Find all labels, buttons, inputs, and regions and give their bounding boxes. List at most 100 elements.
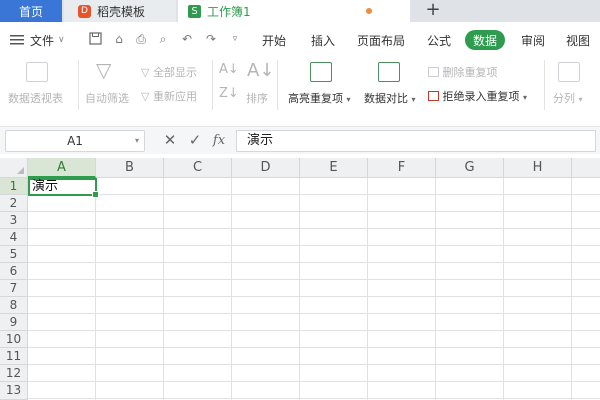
- cell-area[interactable]: [28, 178, 600, 400]
- name-box-value: A1: [67, 134, 83, 148]
- row-header-4[interactable]: 4: [0, 229, 28, 246]
- data-compare-icon: [378, 62, 400, 82]
- show-all-button[interactable]: ▽ 全部显示: [141, 64, 197, 80]
- column-header-g[interactable]: G: [436, 158, 504, 178]
- highlight-duplicates-button[interactable]: 高亮重复项 ▾: [288, 90, 351, 106]
- data-ribbon: 数据透视表 ▽ 自动筛选 ▽ 全部显示 ▽ 重新应用 A↓ Z↓ A↓ 排序 高…: [0, 54, 600, 116]
- new-tab-button[interactable]: +: [422, 0, 444, 22]
- dropdown-arrow-icon: ▾: [411, 95, 416, 104]
- document-tab-bar: 首页 D 稻壳模板 S 工作簿1 +: [0, 0, 600, 22]
- dropdown-arrow-icon: ▾: [523, 93, 528, 102]
- print-preview-icon[interactable]: ⌕: [156, 32, 170, 46]
- column-header-c[interactable]: C: [164, 158, 232, 178]
- spreadsheet-icon: S: [188, 4, 201, 18]
- ribbon-divider: [212, 60, 213, 110]
- format-painter-icon[interactable]: ⌂: [112, 32, 126, 46]
- tab-home[interactable]: 首页: [0, 0, 62, 22]
- cancel-edit-icon[interactable]: ✕: [162, 131, 178, 149]
- row-header-1[interactable]: 1: [0, 178, 28, 195]
- confirm-edit-icon[interactable]: ✓: [187, 131, 203, 149]
- sort-button[interactable]: 排序: [246, 90, 268, 106]
- formula-bar: A1 ▾ ✕ ✓ fx 演示: [0, 126, 600, 154]
- ribbon-divider: [78, 60, 79, 110]
- customize-toolbar-icon[interactable]: ▿: [228, 32, 242, 46]
- data-compare-button[interactable]: 数据对比 ▾: [364, 90, 416, 106]
- row-header-13[interactable]: 13: [0, 382, 28, 400]
- reject-duplicates-label: 拒绝录入重复项: [442, 90, 520, 103]
- menu-bar: 文件 ∨ ⌂ ⎙ ⌕ ↶ ↷ ▿ 开始 插入 页面布局 公式 数据 审阅 视图: [0, 28, 600, 52]
- dropdown-arrow-icon: ▾: [346, 95, 351, 104]
- cell-a1[interactable]: 演示: [28, 178, 99, 198]
- delete-duplicates-icon: [428, 67, 439, 77]
- delete-duplicates-button[interactable]: 删除重复项: [428, 64, 498, 80]
- reapply-funnel-icon: ▽: [141, 90, 150, 103]
- menu-item-review[interactable]: 审阅: [521, 28, 545, 52]
- menu-item-start[interactable]: 开始: [262, 28, 286, 52]
- split-columns-button[interactable]: 分列 ▾: [553, 90, 583, 106]
- reapply-button[interactable]: ▽ 重新应用: [141, 88, 197, 104]
- file-menu-label: 文件: [30, 33, 55, 48]
- split-columns-icon: [558, 62, 580, 82]
- split-columns-label: 分列: [553, 92, 575, 105]
- column-header-d[interactable]: D: [232, 158, 300, 178]
- row-header-9[interactable]: 9: [0, 314, 28, 331]
- chevron-down-icon: ▾: [134, 136, 139, 145]
- menu-item-insert[interactable]: 插入: [311, 28, 335, 52]
- row-header-5[interactable]: 5: [0, 246, 28, 263]
- row-header-12[interactable]: 12: [0, 365, 28, 382]
- tab-home-label: 首页: [18, 4, 43, 19]
- sort-ascending-icon[interactable]: A↓: [219, 62, 239, 77]
- reject-duplicates-button[interactable]: 拒绝录入重复项 ▾: [428, 88, 527, 104]
- row-header-3[interactable]: 3: [0, 212, 28, 229]
- menu-item-page-layout[interactable]: 页面布局: [357, 28, 405, 52]
- tab-template-label: 稻壳模板: [97, 4, 146, 19]
- row-header-11[interactable]: 11: [0, 348, 28, 365]
- show-all-funnel-icon: ▽: [141, 66, 150, 79]
- formula-input[interactable]: 演示: [236, 130, 596, 152]
- spreadsheet-grid: A B C D E F G H 1 2 3 4 5 6 7 8 9 10 11 …: [0, 158, 600, 400]
- filter-funnel-icon: ▽: [96, 58, 112, 82]
- delete-duplicates-label: 删除重复项: [442, 66, 498, 79]
- row-header-10[interactable]: 10: [0, 331, 28, 348]
- menu-item-formula[interactable]: 公式: [427, 28, 451, 52]
- hamburger-menu-icon[interactable]: [10, 28, 24, 52]
- pivot-table-icon: [26, 62, 48, 82]
- tab-workbook[interactable]: S 工作簿1: [178, 0, 410, 22]
- row-header-2[interactable]: 2: [0, 195, 28, 212]
- highlight-duplicates-icon: [310, 62, 332, 82]
- unsaved-indicator-icon: [366, 8, 372, 14]
- row-header-7[interactable]: 7: [0, 280, 28, 297]
- name-box[interactable]: A1 ▾: [5, 130, 145, 152]
- select-all-corner[interactable]: [0, 158, 28, 178]
- column-header-b[interactable]: B: [96, 158, 164, 178]
- undo-icon[interactable]: ↶: [180, 32, 194, 46]
- show-all-label: 全部显示: [152, 66, 197, 79]
- column-header-a[interactable]: A: [28, 158, 96, 178]
- docer-logo-icon: D: [78, 4, 91, 18]
- redo-icon[interactable]: ↷: [204, 32, 218, 46]
- reapply-label: 重新应用: [152, 90, 197, 103]
- pivot-table-button[interactable]: 数据透视表: [8, 90, 63, 106]
- column-header-h[interactable]: H: [504, 158, 572, 178]
- row-header-8[interactable]: 8: [0, 297, 28, 314]
- insert-function-icon[interactable]: fx: [211, 133, 227, 148]
- chevron-down-icon: ∨: [58, 35, 65, 45]
- file-menu[interactable]: 文件 ∨: [30, 28, 65, 52]
- menu-item-view[interactable]: 视图: [566, 28, 590, 52]
- tab-template[interactable]: D 稻壳模板: [64, 0, 176, 22]
- row-header-6[interactable]: 6: [0, 263, 28, 280]
- sort-icon: A↓: [247, 60, 275, 81]
- print-icon[interactable]: ⎙: [134, 32, 148, 46]
- column-header-overflow[interactable]: [572, 158, 600, 178]
- menu-item-data[interactable]: 数据: [465, 30, 506, 50]
- tab-workbook-label: 工作簿1: [207, 4, 251, 19]
- dropdown-arrow-icon: ▾: [578, 95, 583, 104]
- column-header-f[interactable]: F: [368, 158, 436, 178]
- save-icon[interactable]: [88, 32, 102, 46]
- ribbon-divider: [544, 60, 545, 110]
- highlight-duplicates-label: 高亮重复项: [288, 92, 343, 105]
- column-header-e[interactable]: E: [300, 158, 368, 178]
- sort-descending-icon[interactable]: Z↓: [219, 86, 239, 101]
- auto-filter-button[interactable]: 自动筛选: [85, 90, 129, 106]
- reject-duplicates-icon: [428, 91, 439, 101]
